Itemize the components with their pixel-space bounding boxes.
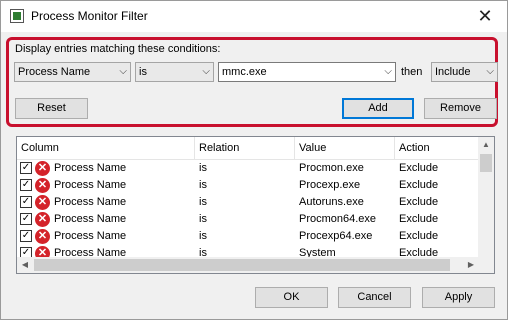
scroll-left-arrow-icon[interactable]: ◀	[17, 257, 33, 273]
column-select[interactable]: Process Name ⌵	[14, 62, 131, 82]
filter-rules-list[interactable]: Column Relation Value Action ✓ ✕ Process…	[16, 136, 495, 274]
rule-enabled-checkbox[interactable]: ✓	[20, 230, 32, 242]
action-select-value: Include	[435, 66, 471, 78]
remove-button[interactable]: Remove	[424, 98, 497, 119]
horizontal-scroll-thumb[interactable]	[34, 259, 450, 271]
row-relation: is	[199, 179, 207, 191]
table-row[interactable]: ✓ ✕ Process Name is Procexp64.exe Exclud…	[17, 228, 479, 245]
row-value: Procmon64.exe	[299, 213, 377, 225]
exclude-icon: ✕	[35, 229, 50, 244]
filter-conditions-panel: Display entries matching these condition…	[6, 37, 498, 127]
cancel-button[interactable]: Cancel	[338, 287, 411, 308]
scroll-right-arrow-icon[interactable]: ▶	[463, 257, 479, 273]
close-button[interactable]: ✕	[463, 1, 507, 32]
ok-button[interactable]: OK	[255, 287, 328, 308]
rule-enabled-checkbox[interactable]: ✓	[20, 179, 32, 191]
action-select[interactable]: Include ⌵	[431, 62, 498, 82]
chevron-down-icon: ⌵	[202, 66, 210, 77]
value-combobox[interactable]: mmc.exe ⌵	[218, 62, 396, 82]
rule-enabled-checkbox[interactable]: ✓	[20, 196, 32, 208]
relation-select-value: is	[139, 66, 147, 78]
column-header-relation[interactable]: Relation	[195, 137, 295, 159]
row-value: Procexp64.exe	[299, 230, 373, 242]
add-button[interactable]: Add	[342, 98, 414, 119]
row-relation: is	[199, 213, 207, 225]
value-combobox-text: mmc.exe	[222, 66, 267, 78]
window-title: Process Monitor Filter	[31, 9, 148, 23]
exclude-icon: ✕	[35, 178, 50, 193]
row-action: Exclude	[399, 213, 439, 225]
row-column: Process Name	[54, 179, 127, 191]
title-bar: Process Monitor Filter ✕	[1, 1, 507, 32]
rule-enabled-checkbox[interactable]: ✓	[20, 162, 32, 174]
table-row[interactable]: ✓ ✕ Process Name is Procexp.exe Exclude	[17, 177, 479, 194]
chevron-down-icon: ⌵	[119, 66, 127, 77]
table-row[interactable]: ✓ ✕ Process Name is Procmon64.exe Exclud…	[17, 211, 479, 228]
reset-button[interactable]: Reset	[15, 98, 88, 119]
scroll-up-arrow-icon[interactable]: ▲	[478, 137, 494, 153]
row-column: Process Name	[54, 213, 127, 225]
row-value: Autoruns.exe	[299, 196, 364, 208]
row-action: Exclude	[399, 179, 439, 191]
column-header-value[interactable]: Value	[295, 137, 395, 159]
rule-rows: ✓ ✕ Process Name is Procmon.exe Exclude …	[17, 160, 479, 262]
row-relation: is	[199, 230, 207, 242]
row-relation: is	[199, 162, 207, 174]
chevron-down-icon: ⌵	[384, 66, 392, 77]
exclude-icon: ✕	[35, 212, 50, 227]
row-column: Process Name	[54, 162, 127, 174]
chevron-down-icon: ⌵	[486, 66, 494, 77]
relation-select[interactable]: is ⌵	[135, 62, 214, 82]
exclude-icon: ✕	[35, 161, 50, 176]
close-icon: ✕	[477, 6, 493, 26]
scroll-corner	[478, 257, 494, 273]
apply-button[interactable]: Apply	[422, 287, 495, 308]
row-action: Exclude	[399, 162, 439, 174]
row-relation: is	[199, 196, 207, 208]
column-header-action[interactable]: Action	[395, 137, 479, 159]
process-monitor-filter-dialog: Process Monitor Filter ✕ Display entries…	[0, 0, 508, 320]
rule-enabled-checkbox[interactable]: ✓	[20, 213, 32, 225]
then-label: then	[401, 66, 423, 78]
horizontal-scrollbar[interactable]: ◀ ▶	[17, 257, 479, 273]
row-column: Process Name	[54, 230, 127, 242]
column-select-value: Process Name	[18, 66, 91, 78]
column-header-column[interactable]: Column	[17, 137, 195, 159]
row-column: Process Name	[54, 196, 127, 208]
list-header: Column Relation Value Action	[17, 137, 479, 160]
table-row[interactable]: ✓ ✕ Process Name is Procmon.exe Exclude	[17, 160, 479, 177]
row-value: Procmon.exe	[299, 162, 364, 174]
row-value: Procexp.exe	[299, 179, 361, 191]
row-action: Exclude	[399, 196, 439, 208]
conditions-label: Display entries matching these condition…	[15, 43, 221, 55]
row-action: Exclude	[399, 230, 439, 242]
vertical-scrollbar[interactable]: ▲ ▼	[478, 137, 494, 273]
vertical-scroll-thumb[interactable]	[480, 154, 492, 172]
exclude-icon: ✕	[35, 195, 50, 210]
table-row[interactable]: ✓ ✕ Process Name is Autoruns.exe Exclude	[17, 194, 479, 211]
filter-app-icon	[10, 9, 24, 23]
